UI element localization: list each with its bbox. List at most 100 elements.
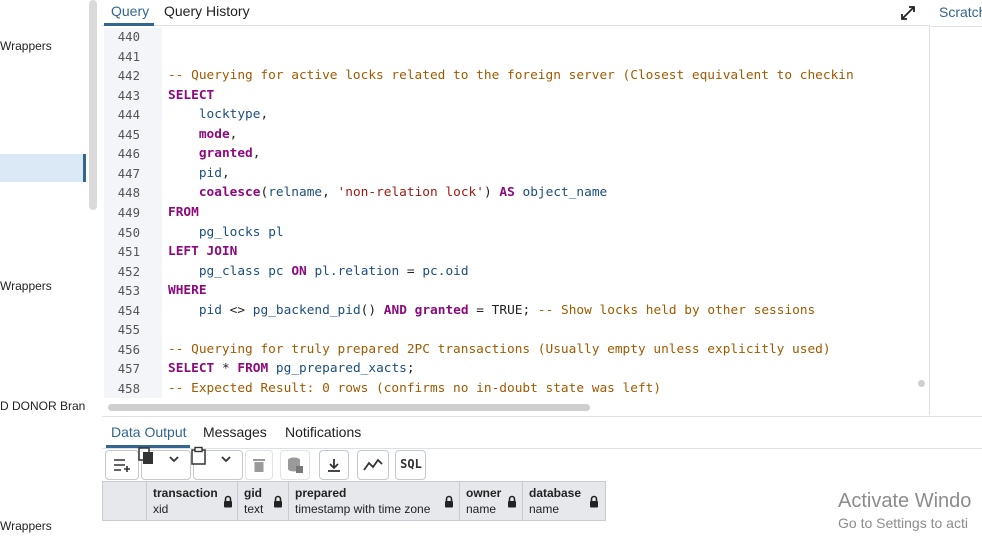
code-line[interactable]: SELECT xyxy=(168,88,214,103)
code-token: relname xyxy=(268,185,323,201)
line-number: 442 xyxy=(117,69,140,84)
column-header-database[interactable]: database name xyxy=(523,482,605,520)
code-token: pid xyxy=(198,165,222,181)
code-line[interactable]: coalesce(relname, 'non-relation lock') A… xyxy=(168,185,607,200)
tab-query[interactable]: Query xyxy=(111,3,149,19)
tree-item-wrappers[interactable]: Wrappers xyxy=(0,519,52,533)
code-line[interactable]: pg_locks pl xyxy=(168,225,284,240)
column-name: owner xyxy=(466,486,502,500)
column-name: gid xyxy=(244,486,262,500)
code-token: 'non-relation lock' xyxy=(337,185,484,201)
sql-icon: SQL xyxy=(400,457,422,471)
code-line[interactable]: -- Expected Result: 0 rows (confirms no … xyxy=(168,381,661,396)
delete-button[interactable] xyxy=(245,450,273,480)
tree-item-database[interactable]: D DONOR Bran xyxy=(0,399,85,413)
code-token: pc.oid xyxy=(422,263,469,279)
copy-button-group[interactable] xyxy=(138,447,191,480)
code-token: <> xyxy=(221,302,253,318)
tree-item-wrappers[interactable]: Wrappers xyxy=(0,39,52,53)
code-token: AND xyxy=(383,302,407,318)
tab-scratch-pad[interactable]: Scratch xyxy=(939,4,982,20)
column-type: xid xyxy=(153,502,169,516)
code-token: -- Show locks held by other sessions xyxy=(537,302,816,318)
code-line[interactable]: -- Querying for active locks related to … xyxy=(168,68,854,83)
column-header-owner[interactable]: owner name xyxy=(460,482,523,520)
code-token: -- Expected Result: 0 rows (confirms no … xyxy=(168,380,662,396)
sql-button[interactable]: SQL xyxy=(395,450,426,480)
editor-tab-bar: Query Query History xyxy=(102,0,930,26)
code-token: ON xyxy=(291,263,307,279)
code-token: mode xyxy=(198,126,230,142)
code-line[interactable]: SELECT * FROM pg_prepared_xacts; xyxy=(168,361,415,376)
column-header-transaction[interactable]: transaction xid xyxy=(147,482,238,520)
download-button[interactable] xyxy=(319,450,349,480)
code-token: LEFT JOIN xyxy=(168,244,238,260)
column-header-gid[interactable]: gid text xyxy=(238,482,289,520)
column-name: prepared xyxy=(295,486,347,500)
line-number: 454 xyxy=(117,303,140,318)
code-token: = xyxy=(399,263,423,279)
code-line[interactable]: -- Querying for truly prepared 2PC trans… xyxy=(168,342,831,357)
line-number: 457 xyxy=(117,362,140,377)
code-line[interactable]: locktype, xyxy=(168,107,268,122)
tab-notifications[interactable]: Notifications xyxy=(285,424,361,440)
code-token: pg_backend_pid xyxy=(252,302,361,318)
line-number: 455 xyxy=(117,323,140,338)
editor-vertical-scrollbar[interactable] xyxy=(918,380,925,387)
windows-activation-watermark: Activate Windo Go to Settings to acti xyxy=(838,490,982,531)
expand-icon[interactable] xyxy=(898,3,918,23)
tab-query-history[interactable]: Query History xyxy=(164,3,250,19)
line-number: 441 xyxy=(117,49,140,64)
code-token: FROM xyxy=(237,361,269,377)
column-type: name xyxy=(529,502,560,516)
code-line[interactable]: pg_class pc ON pl.relation = pc.oid xyxy=(168,264,469,279)
add-row-button[interactable] xyxy=(105,450,139,480)
code-token: = TRUE; xyxy=(468,302,538,318)
paste-button-group[interactable] xyxy=(191,446,243,480)
code-token: pl xyxy=(268,224,284,240)
line-number-gutter: 440 441 442 443 444 445 446 447 448 449 450 451 452 4… xyxy=(104,28,162,398)
code-line[interactable]: WHERE xyxy=(168,283,207,298)
code-line[interactable]: pid <> pg_backend_pid() AND granted = TR… xyxy=(168,303,815,318)
line-number: 449 xyxy=(117,205,140,220)
code-line[interactable]: mode, xyxy=(168,126,238,142)
code-token: pl.relation xyxy=(314,263,400,279)
column-header-prepared[interactable]: prepared timestamp with time zone xyxy=(289,482,460,520)
code-token: FROM xyxy=(168,204,199,220)
line-number: 445 xyxy=(117,127,140,142)
column-name: transaction xyxy=(153,486,218,500)
code-line[interactable]: pid, xyxy=(168,166,230,181)
code-token: object_name xyxy=(522,185,608,201)
tree-scrollbar[interactable] xyxy=(89,0,97,210)
column-type: timestamp with time zone xyxy=(295,502,431,516)
sql-code-area[interactable]: -- Querying for active locks related to … xyxy=(168,28,914,398)
tree-selected-row[interactable] xyxy=(0,154,86,182)
code-line[interactable]: LEFT JOIN xyxy=(168,244,237,259)
lock-icon xyxy=(507,495,517,508)
column-type: text xyxy=(244,502,264,516)
code-token: , xyxy=(229,126,238,142)
lock-icon xyxy=(589,495,599,508)
line-number: 446 xyxy=(117,147,140,162)
tree-item-wrappers[interactable]: Wrappers xyxy=(0,279,52,293)
line-number: 452 xyxy=(117,264,140,279)
line-number: 458 xyxy=(117,381,140,396)
save-data-button[interactable] xyxy=(280,450,310,480)
code-token: -- Querying for truly prepared 2PC trans… xyxy=(168,341,831,357)
watermark-title: Activate Windo xyxy=(838,490,972,512)
code-line[interactable]: granted, xyxy=(168,146,261,161)
row-number-header[interactable] xyxy=(103,482,147,520)
code-token: pg_locks xyxy=(198,224,261,240)
tab-data-output[interactable]: Data Output xyxy=(111,424,187,440)
line-number: 440 xyxy=(117,30,140,44)
code-line[interactable]: FROM xyxy=(168,205,199,220)
editor-horizontal-scrollbar[interactable] xyxy=(108,404,590,411)
graph-visualiser-button[interactable] xyxy=(357,450,389,480)
tab-messages[interactable]: Messages xyxy=(203,424,267,440)
